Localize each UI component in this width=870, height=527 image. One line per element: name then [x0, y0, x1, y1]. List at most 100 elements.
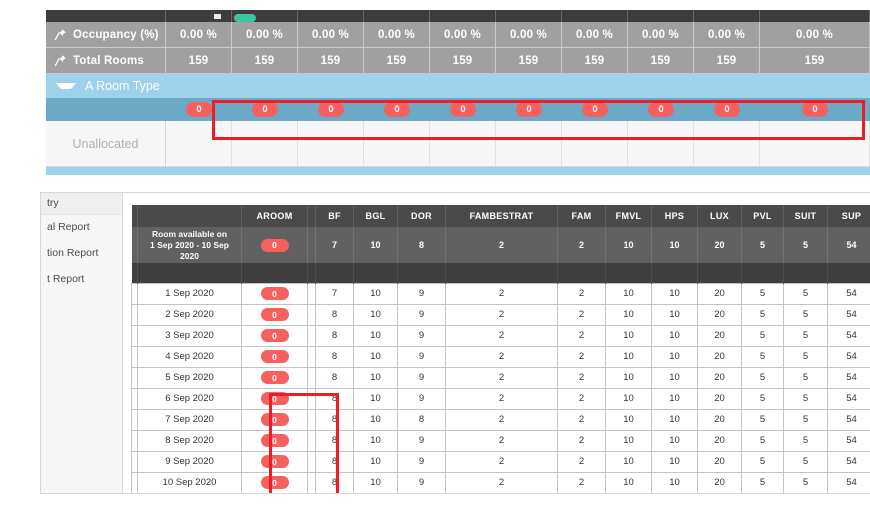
availability-badge[interactable]: 0: [186, 102, 212, 117]
table-row[interactable]: 9 Sep 2020 0 8 10 9 2 2 10 10 20 5 5 54: [131, 450, 870, 473]
availability-badge-cell[interactable]: 0: [364, 98, 430, 121]
row-gap: [307, 282, 316, 305]
row-aroom-cell[interactable]: 0: [241, 408, 308, 431]
row-value-lux: 20: [697, 429, 742, 452]
sidebar-item-4[interactable]: t Report: [41, 273, 122, 285]
unallocated-cell[interactable]: [232, 121, 298, 167]
table-row[interactable]: 3 Sep 2020 0 8 10 9 2 2 10 10 20 5 5 54: [131, 324, 870, 347]
header-col-aroom[interactable]: AROOM: [241, 205, 308, 227]
header-col-fam[interactable]: FAM: [557, 205, 606, 227]
header-col-fambestrat[interactable]: FAMBESTRAT: [445, 205, 558, 227]
row-aroom-badge[interactable]: 0: [260, 413, 289, 426]
unallocated-cell[interactable]: [694, 121, 760, 167]
header-col-lux[interactable]: LUX: [697, 205, 742, 227]
row-aroom-badge[interactable]: 0: [260, 392, 289, 405]
availability-badge-cell[interactable]: 0: [298, 98, 364, 121]
row-value-bf: 8: [315, 366, 354, 389]
chevron-down-icon[interactable]: [56, 83, 76, 89]
summary-value-suit: 5: [783, 227, 828, 263]
group-spacer-cell: [364, 74, 430, 98]
group-spacer-cell: [628, 74, 694, 98]
unallocated-cell[interactable]: [628, 121, 694, 167]
row-value-pvl: 5: [741, 366, 784, 389]
table-row[interactable]: 4 Sep 2020 0 8 10 9 2 2 10 10 20 5 5 54: [131, 345, 870, 368]
row-aroom-cell[interactable]: 0: [241, 345, 308, 368]
row-aroom-cell[interactable]: 0: [241, 366, 308, 389]
table-row[interactable]: 10 Sep 2020 0 8 10 9 2 2 10 10 20 5 5 54: [131, 471, 870, 493]
row-aroom-cell[interactable]: 0: [241, 324, 308, 347]
availability-badge-cell[interactable]: 0: [496, 98, 562, 121]
row-aroom-badge[interactable]: 0: [260, 287, 289, 300]
row-aroom-badge[interactable]: 0: [260, 434, 289, 447]
row-value-bgl: 10: [353, 387, 398, 410]
availability-badge[interactable]: 0: [802, 102, 828, 117]
availability-badge[interactable]: 0: [252, 102, 278, 117]
row-value-pvl: 5: [741, 282, 784, 305]
row-value-dor: 9: [397, 303, 446, 326]
total-rooms-label-cell: Total Rooms: [46, 48, 166, 74]
row-aroom-badge[interactable]: 0: [260, 455, 289, 468]
header-col-sup[interactable]: SUP: [827, 205, 870, 227]
table-row[interactable]: 8 Sep 2020 0 8 10 9 2 2 10 10 20 5 5 54: [131, 429, 870, 452]
row-value-dor: 8: [397, 408, 446, 431]
availability-badge-cell[interactable]: 0: [694, 98, 760, 121]
header-col-bf[interactable]: BF: [315, 205, 354, 227]
availability-badge-cell[interactable]: 0: [232, 98, 298, 121]
room-type-group-label-cell[interactable]: A Room Type: [46, 74, 166, 98]
summary-aroom-cell[interactable]: 0: [241, 227, 308, 263]
sliver-cell: [760, 10, 870, 22]
unallocated-cell[interactable]: [760, 121, 870, 167]
row-aroom-badge[interactable]: 0: [260, 476, 289, 489]
availability-badge[interactable]: 0: [318, 102, 344, 117]
unallocated-cell[interactable]: [496, 121, 562, 167]
row-aroom-badge[interactable]: 0: [260, 371, 289, 384]
next-group-row-partial[interactable]: [46, 167, 870, 175]
row-value-lux: 20: [697, 471, 742, 493]
unallocated-cell[interactable]: [562, 121, 628, 167]
availability-badge[interactable]: 0: [648, 102, 674, 117]
header-col-bgl[interactable]: BGL: [353, 205, 398, 227]
header-col-pvl[interactable]: PVL: [741, 205, 784, 227]
row-value-fmvl: 10: [605, 282, 652, 305]
sidebar-item-3[interactable]: tion Report: [41, 247, 122, 259]
table-row[interactable]: 5 Sep 2020 0 8 10 9 2 2 10 10 20 5 5 54: [131, 366, 870, 389]
row-aroom-cell[interactable]: 0: [241, 450, 308, 473]
table-row[interactable]: 1 Sep 2020 0 7 10 9 2 2 10 10 20 5 5 54: [131, 282, 870, 305]
availability-badge[interactable]: 0: [384, 102, 410, 117]
availability-badge-cell[interactable]: 0: [430, 98, 496, 121]
row-value-sup: 54: [827, 303, 870, 326]
unallocated-cell[interactable]: [364, 121, 430, 167]
availability-badge[interactable]: 0: [450, 102, 476, 117]
availability-badge[interactable]: 0: [516, 102, 542, 117]
header-col-fmvl[interactable]: FMVL: [605, 205, 652, 227]
availability-badge-cell[interactable]: 0: [562, 98, 628, 121]
sidebar-item-2[interactable]: al Report: [41, 221, 122, 233]
header-col-hps[interactable]: HPS: [651, 205, 698, 227]
row-gap: [307, 408, 316, 431]
availability-badge-cell[interactable]: 0: [628, 98, 694, 121]
table-row[interactable]: 6 Sep 2020 0 8 10 9 2 2 10 10 20 5 5 54: [131, 387, 870, 410]
availability-badge-cell[interactable]: 0: [760, 98, 870, 121]
row-aroom-badge[interactable]: 0: [260, 308, 289, 321]
room-type-group-row[interactable]: A Room Type: [46, 74, 870, 98]
row-aroom-cell[interactable]: 0: [241, 282, 308, 305]
row-aroom-badge[interactable]: 0: [260, 350, 289, 363]
availability-badge[interactable]: 0: [582, 102, 608, 117]
row-aroom-badge[interactable]: 0: [260, 329, 289, 342]
row-aroom-cell[interactable]: 0: [241, 387, 308, 410]
unallocated-cell[interactable]: [298, 121, 364, 167]
row-aroom-cell[interactable]: 0: [241, 471, 308, 493]
row-aroom-cell[interactable]: 0: [241, 303, 308, 326]
sidebar-item-1[interactable]: try: [41, 193, 122, 215]
row-value-hps: 10: [651, 303, 698, 326]
availability-badge-cell[interactable]: 0: [166, 98, 232, 121]
availability-badge[interactable]: 0: [714, 102, 740, 117]
table-row[interactable]: 7 Sep 2020 0 8 10 8 2 2 10 10 20 5 5 54: [131, 408, 870, 431]
row-aroom-cell[interactable]: 0: [241, 429, 308, 452]
unallocated-cell[interactable]: [430, 121, 496, 167]
unallocated-cell[interactable]: [166, 121, 232, 167]
header-col-suit[interactable]: SUIT: [783, 205, 828, 227]
header-col-dor[interactable]: DOR: [397, 205, 446, 227]
table-row[interactable]: 2 Sep 2020 0 8 10 9 2 2 10 10 20 5 5 54: [131, 303, 870, 326]
summary-aroom-badge[interactable]: 0: [260, 238, 289, 252]
